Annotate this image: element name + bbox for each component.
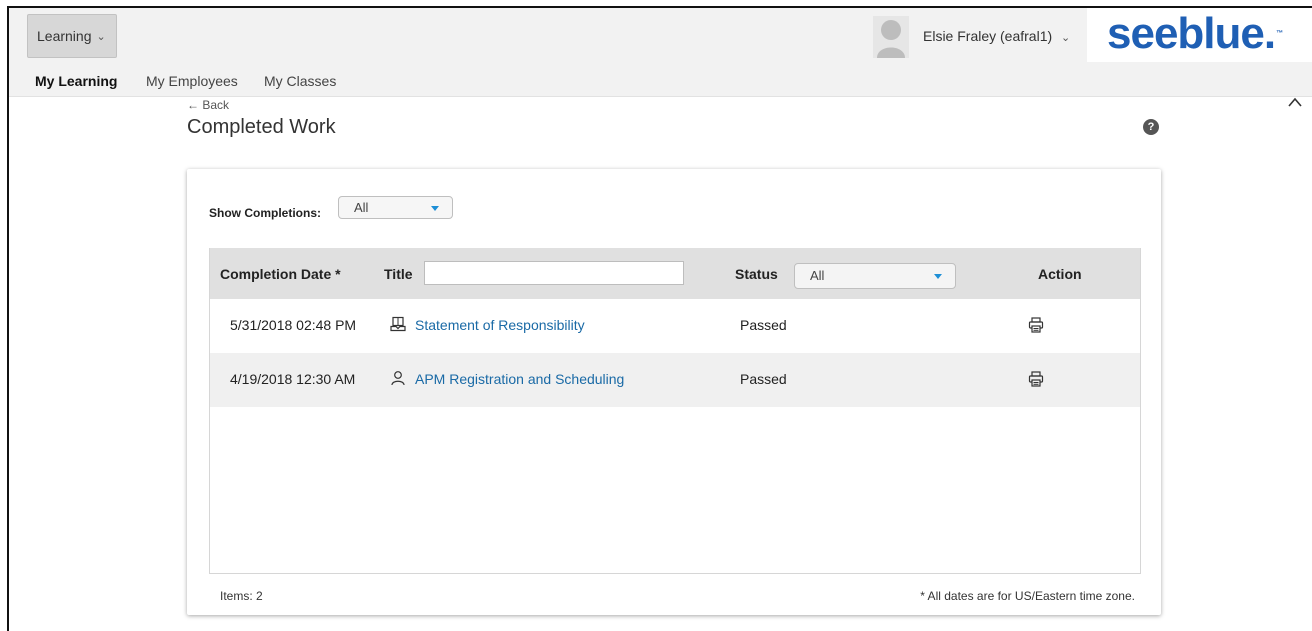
title-filter-input[interactable]	[424, 261, 684, 285]
chevron-up-icon[interactable]	[1287, 96, 1303, 108]
chevron-down-icon: ⌄	[1061, 32, 1071, 44]
show-completions-select[interactable]: All	[338, 196, 453, 219]
logo-text: seeblue.	[1107, 9, 1276, 58]
completion-date: 5/31/2018 02:48 PM	[230, 317, 357, 333]
completion-status: Passed	[740, 371, 787, 387]
question-icon[interactable]: ?	[1143, 119, 1159, 135]
show-completions-value: All	[354, 200, 369, 215]
completion-status: Passed	[740, 317, 787, 333]
module-menu-button[interactable]: Learning ⌄	[27, 14, 117, 58]
page-title: Completed Work	[187, 116, 336, 138]
column-header-action: Action	[1038, 266, 1082, 282]
main-nav: My Learning My Employees My Classes	[9, 66, 1312, 97]
show-completions-label: Show Completions:	[209, 206, 321, 220]
user-name-label: Elsie Fraley (eafral1)	[923, 28, 1053, 44]
table-row: 5/31/2018 02:48 PM Statement of Responsi…	[210, 299, 1140, 353]
completed-work-card: Show Completions: All Completion Date * …	[187, 169, 1161, 615]
person-icon	[391, 371, 405, 386]
course-title-link[interactable]: APM Registration and Scheduling	[415, 371, 624, 387]
tab-my-learning[interactable]: My Learning	[35, 73, 117, 89]
print-icon[interactable]	[1028, 371, 1044, 387]
items-count: Items: 2	[220, 589, 263, 603]
app-frame: Learning ⌄ Elsie Fraley (eafral1) ⌄ seeb…	[7, 6, 1312, 631]
completion-date: 4/19/2018 12:30 AM	[230, 371, 356, 387]
column-header-completion-date[interactable]: Completion Date *	[220, 266, 341, 282]
status-filter-select[interactable]: All	[794, 263, 956, 289]
tab-my-employees[interactable]: My Employees	[146, 73, 238, 89]
back-link[interactable]: ← Back	[187, 98, 229, 112]
course-title-link[interactable]: Statement of Responsibility	[415, 317, 585, 333]
caret-down-icon	[934, 274, 942, 279]
seeblue-logo: seeblue.™	[1107, 10, 1283, 58]
chevron-down-icon: ⌄	[96, 30, 106, 43]
module-menu-label: Learning	[37, 28, 92, 44]
top-bar: Learning ⌄ Elsie Fraley (eafral1) ⌄ seeb…	[9, 8, 1312, 66]
table-header: Completion Date * Title Status All Actio…	[210, 248, 1140, 299]
status-filter-value: All	[810, 268, 825, 283]
column-header-title: Title	[384, 266, 413, 282]
column-header-status: Status	[735, 266, 778, 282]
table-row: 4/19/2018 12:30 AM APM Registration and …	[210, 353, 1140, 407]
timezone-note: * All dates are for US/Eastern time zone…	[920, 589, 1135, 603]
user-menu[interactable]: Elsie Fraley (eafral1) ⌄	[923, 28, 1070, 44]
completions-table: Completion Date * Title Status All Actio…	[209, 248, 1141, 574]
logo-trademark: ™	[1276, 30, 1284, 37]
avatar[interactable]	[873, 16, 909, 58]
online-course-icon	[390, 316, 406, 332]
caret-down-icon	[431, 205, 439, 211]
print-icon[interactable]	[1028, 317, 1044, 333]
tab-my-classes[interactable]: My Classes	[264, 73, 336, 89]
